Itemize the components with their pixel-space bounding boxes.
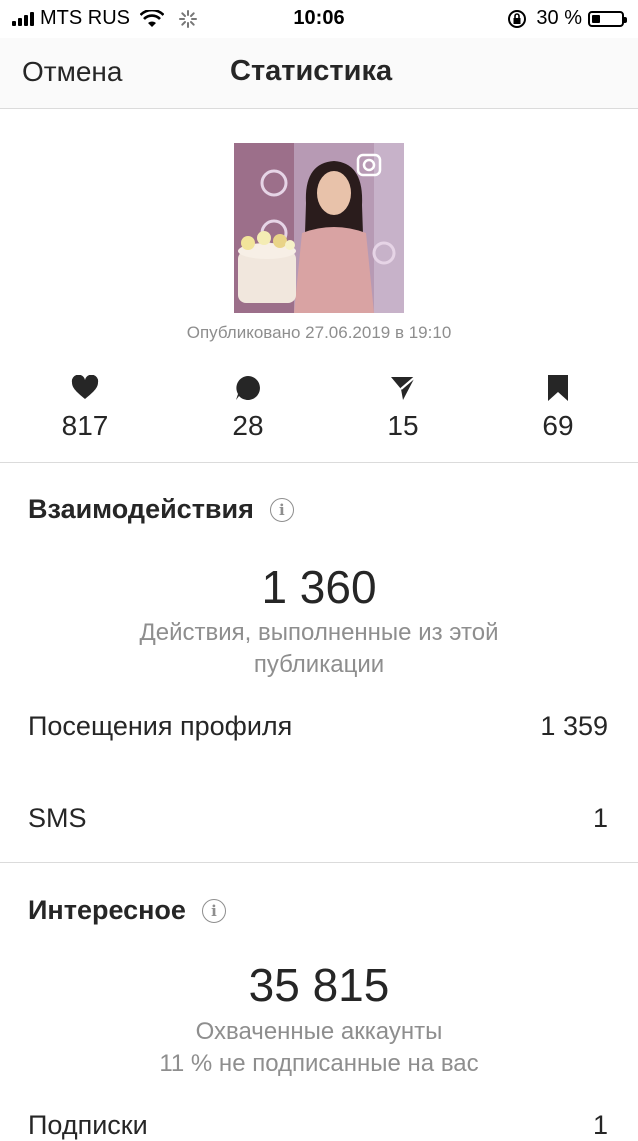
post-thumbnail[interactable] xyxy=(234,143,404,313)
interactions-title: Взаимодействия i xyxy=(28,494,294,525)
status-bar: MTS RUS 10:06 30 % xyxy=(0,0,638,38)
comments-count: 28 xyxy=(232,410,264,441)
follows-value: 1 xyxy=(592,1110,608,1140)
status-right: 30 % xyxy=(506,7,627,30)
page-title: Статистика xyxy=(230,55,393,87)
interactions-total: 1 360 xyxy=(261,561,377,613)
discovery-title: Интересное i xyxy=(28,895,226,926)
divider xyxy=(0,462,638,463)
discovery-total: 35 815 xyxy=(248,959,390,1011)
interactions-caption-line2: публикации xyxy=(253,651,385,678)
orientation-lock-icon xyxy=(508,9,527,28)
send-icon xyxy=(343,372,463,404)
cancel-button[interactable]: Отмена xyxy=(22,56,122,88)
battery-icon xyxy=(588,10,627,27)
published-date: Опубликовано 27.06.2019 в 19:10 xyxy=(186,323,452,342)
comments-metric: 28 xyxy=(188,372,308,442)
post-photo xyxy=(234,143,404,313)
battery-level xyxy=(592,14,600,23)
saves-metric: 69 xyxy=(498,372,618,442)
profile-visits-value: 1 359 xyxy=(540,711,608,741)
heart-icon xyxy=(25,372,145,404)
discovery-caption-line1: Охваченные аккаунты xyxy=(195,1018,443,1045)
likes-count: 817 xyxy=(61,410,109,441)
profile-visits-label: Посещения профиля xyxy=(28,711,293,741)
sms-label: SMS xyxy=(28,803,87,833)
battery-percent: 30 % xyxy=(536,7,582,29)
interactions-caption-line1: Действия, выполненные из этой xyxy=(139,619,499,646)
saves-count: 69 xyxy=(542,410,574,441)
info-icon[interactable]: i xyxy=(269,497,294,522)
comment-icon xyxy=(188,372,308,404)
sms-value: 1 xyxy=(592,803,608,833)
bookmark-icon xyxy=(498,372,618,404)
shares-count: 15 xyxy=(387,410,419,441)
interactions-title-text: Взаимодействия xyxy=(28,494,254,524)
nav-bar: Отмена Статистика xyxy=(0,38,638,109)
divider xyxy=(0,862,638,863)
likes-metric: 817 xyxy=(25,372,145,442)
follows-label: Подписки xyxy=(28,1110,148,1140)
discovery-caption-line2: 11 % не подписанные на вас xyxy=(159,1050,479,1077)
discovery-title-text: Интересное xyxy=(28,895,186,925)
info-icon[interactable]: i xyxy=(201,898,226,923)
shares-metric: 15 xyxy=(343,372,463,442)
post-metrics: 817 28 15 69 xyxy=(0,372,638,452)
